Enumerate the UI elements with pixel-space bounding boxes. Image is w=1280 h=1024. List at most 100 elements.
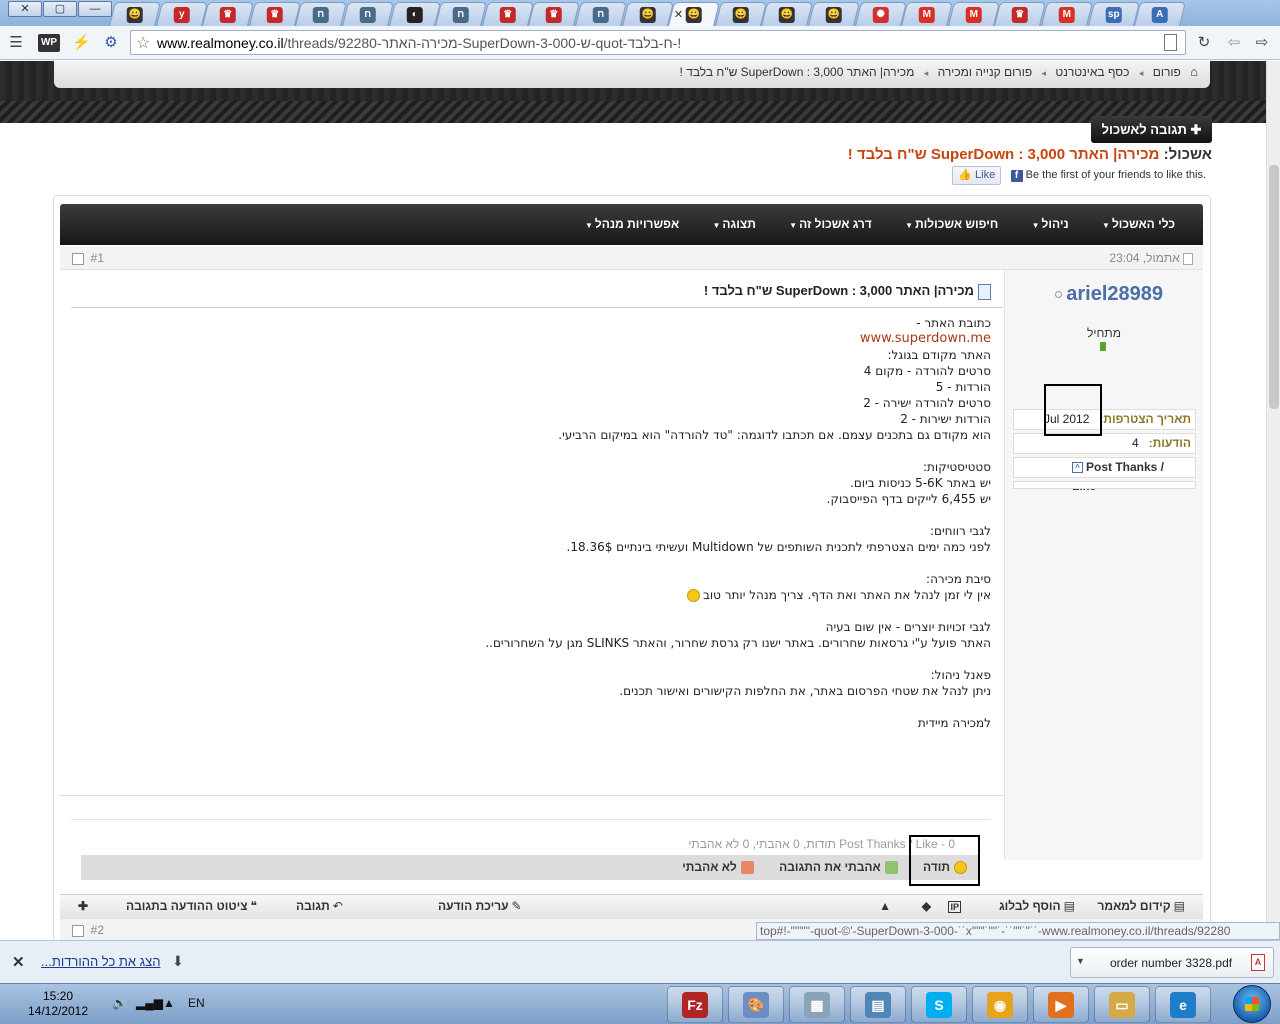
start-button[interactable] — [1233, 985, 1271, 1023]
warning-icon[interactable]: ▲ — [879, 899, 891, 913]
ip-icon[interactable]: IP — [948, 899, 961, 913]
browser-tab[interactable]: ח — [342, 2, 394, 26]
breadcrumb-buy-sell[interactable]: פורום קנייה ומכירה — [938, 61, 1033, 83]
window-minimize-button[interactable]: — — [78, 1, 112, 17]
taskbar-calculator-button[interactable]: ▦ — [789, 986, 845, 1023]
browser-tab[interactable]: 😀 — [808, 2, 860, 26]
quote-reply-button[interactable]: ❝ציטוט ההודעה בתגובה — [126, 899, 257, 913]
browser-tab[interactable]: ח — [575, 2, 627, 26]
active-tab[interactable]: ✕ 😀 — [668, 2, 721, 26]
download-item[interactable]: ▼ order number 3328.pdf A — [1070, 947, 1274, 978]
taskbar-notes-button[interactable]: ▤ — [850, 986, 906, 1023]
add-to-blog-button[interactable]: ▤הוסף לבלוג — [999, 899, 1075, 913]
taskbar-skype-button[interactable]: S — [911, 986, 967, 1023]
browser-tab[interactable]: M — [901, 2, 954, 26]
network-icon[interactable]: ▂▄▆ — [136, 996, 163, 1010]
taskbar-paint-button[interactable]: 🎨 — [728, 986, 784, 1023]
chevron-down-icon[interactable]: ▼ — [1076, 956, 1085, 966]
browser-tab[interactable]: ♛ — [248, 2, 301, 26]
browser-tab[interactable]: sp — [1087, 2, 1140, 26]
menu-icon[interactable]: ☰ — [8, 34, 24, 52]
language-indicator[interactable]: EN — [188, 996, 205, 1010]
show-all-downloads-link[interactable]: הצג את כל ההורדות... — [41, 954, 160, 969]
dislike-button[interactable]: לא אהבתי — [682, 855, 754, 880]
page-scrollbar[interactable] — [1266, 61, 1280, 940]
browser-tab[interactable]: y — [155, 2, 208, 26]
clock[interactable]: 15:20 14/12/2012 — [18, 989, 98, 1019]
taskbar-chrome-button[interactable]: ◉ — [972, 986, 1028, 1023]
post-permalink[interactable]: #2 — [91, 923, 104, 937]
reload-icon[interactable]: ↻ — [1195, 34, 1213, 52]
username[interactable]: ariel28989 — [1055, 283, 1163, 306]
close-tab-icon[interactable]: ✕ — [674, 8, 683, 21]
browser-tab[interactable]: A — [1134, 2, 1187, 26]
taskbar-filezilla-button[interactable]: Fz — [667, 986, 723, 1023]
show-hidden-icons-icon[interactable]: ▲ — [163, 996, 175, 1010]
favicon-icon: ✺ — [872, 7, 889, 23]
post-line: כתובת האתר - — [916, 316, 991, 330]
browser-tab[interactable]: ✺ — [854, 2, 907, 26]
browser-tab[interactable]: 😀 — [109, 2, 161, 26]
search-thread-menu[interactable]: חיפוש אשכולות▼ — [905, 204, 998, 246]
browser-tab[interactable]: ח — [435, 2, 488, 26]
paint-icon: 🎨 — [743, 992, 769, 1018]
volume-icon[interactable]: 🔊 — [112, 996, 127, 1010]
browser-tab[interactable]: 😀 — [621, 2, 674, 26]
post-permalink[interactable]: #1 — [91, 251, 104, 265]
breadcrumb-money-online[interactable]: כסף באינטרנט — [1055, 61, 1129, 83]
report-icon[interactable]: ◆ — [922, 899, 931, 913]
close-icon[interactable]: ✕ — [12, 953, 25, 971]
highlight-box — [1044, 384, 1102, 436]
select-post-checkbox[interactable] — [72, 924, 84, 937]
thread-tools-menu[interactable]: כלי האשכול▼ — [1102, 204, 1175, 246]
window-close-button[interactable]: ✕ — [8, 1, 42, 17]
promote-to-article-button[interactable]: ▤קידום למאמר — [1097, 899, 1185, 913]
facebook-like-button[interactable]: 👍 Like — [952, 166, 1002, 185]
post-thanks-like-toggle[interactable]: ^Post Thanks / Like — [1013, 457, 1196, 493]
edit-post-button[interactable]: ✎עריכת הודעה — [438, 899, 522, 913]
url-text[interactable]: www.realmoney.co.il/threads/92280-מכירה-… — [157, 35, 681, 51]
home-icon[interactable]: ⌂ — [1190, 64, 1198, 79]
window-restore-button[interactable]: ▢ — [43, 1, 77, 17]
document-icon — [978, 283, 991, 300]
reply-button[interactable]: ↶תגובה — [296, 899, 343, 913]
browser-tab[interactable]: 😀 — [714, 2, 767, 26]
thumbs-down-icon — [740, 861, 754, 875]
browser-tab[interactable]: ◐ — [388, 2, 441, 26]
lightning-icon[interactable]: ⚡ — [72, 34, 91, 52]
moderation-menu[interactable]: ניהול▼ — [1032, 204, 1069, 246]
explorer-icon: ▭ — [1109, 992, 1135, 1018]
browser-tab[interactable]: ח — [295, 2, 348, 26]
thumbs-up-icon: 👍 — [958, 169, 972, 181]
scrollbar-thumb[interactable] — [1269, 165, 1279, 409]
extension-icon[interactable]: ⚙ — [102, 34, 120, 52]
like-button[interactable]: אהבתי את התגובה — [779, 855, 898, 880]
browser-tab[interactable]: M — [1041, 2, 1093, 26]
address-bar[interactable]: ☆ www.realmoney.co.il/threads/92280-מכיר… — [130, 30, 1186, 55]
multi-quote-icon[interactable]: ✚ — [78, 899, 88, 913]
select-post-checkbox[interactable] — [72, 252, 84, 265]
display-menu[interactable]: תצוגה▼ — [713, 204, 756, 246]
browser-tab[interactable]: 😀 — [761, 2, 814, 26]
breadcrumb-forum[interactable]: פורום — [1153, 61, 1181, 83]
taskbar-media-player-button[interactable]: ▶ — [1033, 986, 1089, 1023]
browser-tab[interactable]: ♛ — [202, 2, 255, 26]
reply-to-thread-button[interactable]: ✚ תגובה לאשכול — [1091, 116, 1212, 143]
taskbar-internet-explorer-button[interactable]: e — [1155, 986, 1211, 1023]
favicon-icon: M — [965, 7, 982, 23]
browser-tab[interactable]: ♛ — [528, 2, 581, 26]
admin-options-menu[interactable]: אפשרויות מנהל▼ — [585, 204, 679, 246]
taskbar-explorer-button[interactable]: ▭ — [1094, 986, 1150, 1023]
browser-tab[interactable]: M — [947, 2, 1000, 26]
back-icon[interactable]: ⇨ — [1253, 34, 1271, 52]
internet-explorer-icon: e — [1170, 992, 1196, 1018]
highlight-box — [909, 835, 980, 886]
post-date: אתמול, 23:04 — [1109, 251, 1193, 265]
bookmark-star-icon[interactable]: ☆ — [136, 33, 150, 53]
wp-extension-icon[interactable]: WP — [38, 34, 60, 52]
forward-icon[interactable]: ⇦ — [1225, 34, 1243, 52]
browser-tab[interactable]: ♛ — [481, 2, 534, 26]
site-link[interactable]: www.superdown.me — [71, 331, 991, 347]
rate-thread-menu[interactable]: דרג אשכול זה▼ — [789, 204, 872, 246]
browser-tab[interactable]: ♛ — [994, 2, 1047, 26]
